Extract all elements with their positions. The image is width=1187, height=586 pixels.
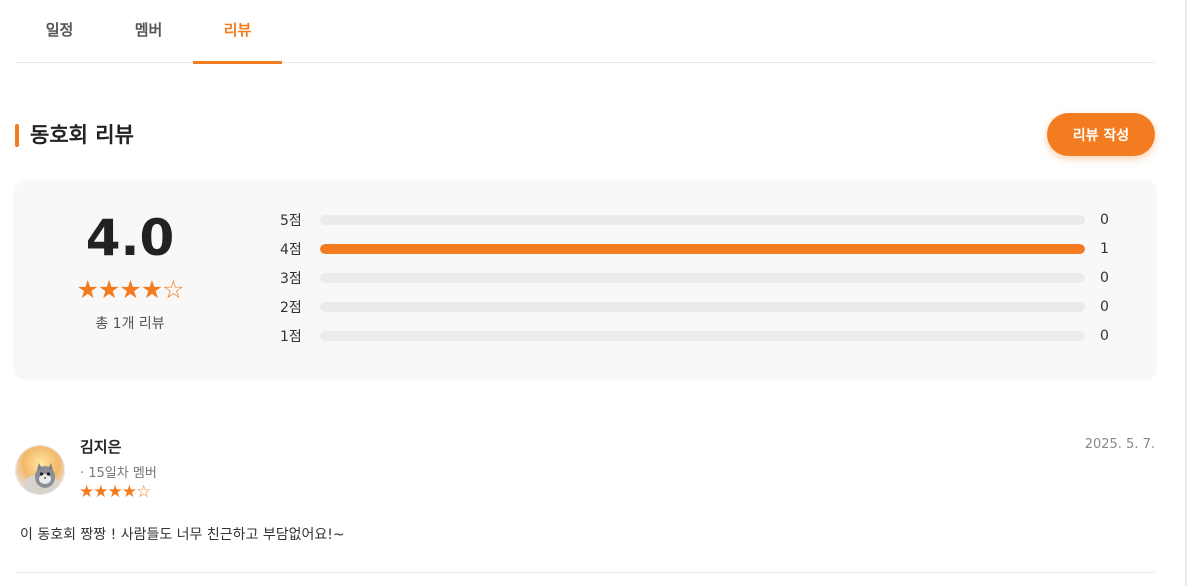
distribution-bar-fill [320, 243, 1085, 254]
distribution-bar [320, 272, 1085, 283]
distribution-label: 2점 [280, 299, 302, 316]
avatar[interactable] [15, 445, 65, 495]
rating-distribution: 5점 0 4점 1 3점 0 2점 0 1점 0 [280, 205, 1120, 350]
distribution-label: 1점 [280, 328, 302, 345]
distribution-label: 5점 [280, 212, 302, 229]
distribution-row: 1점 0 [280, 321, 1120, 350]
review-text: 이 동호회 짱짱 ! 사람들도 너무 친근하고 부담없어요!~ [20, 527, 345, 543]
tab-reviews[interactable]: 리뷰 [193, 0, 282, 64]
distribution-bar [320, 214, 1085, 225]
distribution-count: 0 [1100, 211, 1109, 228]
tab-bar: 일정 멤버 리뷰 [15, 0, 1155, 64]
rating-summary-card: 4.0 ★★★★☆ 총 1개 리뷰 5점 0 4점 1 3점 0 2점 0 1점… [15, 181, 1155, 377]
distribution-count: 0 [1100, 298, 1109, 315]
tab-members[interactable]: 멤버 [104, 0, 193, 63]
average-rating: 4.0 [85, 209, 175, 267]
write-review-button[interactable]: 리뷰 작성 [1047, 113, 1155, 156]
cat-avatar-icon [16, 446, 64, 494]
club-review-page: 일정 멤버 리뷰 동호회 리뷰 리뷰 작성 4.0 ★★★★☆ 총 1개 리뷰 … [0, 0, 1187, 586]
distribution-row: 4점 1 [280, 234, 1120, 263]
average-stars: ★★★★☆ [76, 275, 184, 304]
total-review-count: 총 1개 리뷰 [95, 316, 165, 332]
review-date: 2025. 5. 7. [1084, 437, 1155, 452]
distribution-row: 3점 0 [280, 263, 1120, 292]
distribution-bar [320, 301, 1085, 312]
distribution-row: 2점 0 [280, 292, 1120, 321]
distribution-count: 0 [1100, 327, 1109, 344]
section-title-accent [15, 124, 19, 147]
section-title: 동호회 리뷰 [30, 123, 134, 147]
tab-schedule[interactable]: 일정 [15, 0, 104, 63]
distribution-count: 1 [1100, 240, 1109, 257]
reviewer-name: 김지은 [80, 438, 122, 456]
review-divider [15, 572, 1155, 573]
distribution-bar [320, 330, 1085, 341]
distribution-label: 3점 [280, 270, 302, 287]
distribution-bar [320, 243, 1085, 254]
distribution-row: 5점 0 [280, 205, 1120, 234]
review-stars: ★★★★☆ [79, 482, 151, 502]
reviewer-membership: · 15일차 멤버 [80, 466, 157, 481]
distribution-count: 0 [1100, 269, 1109, 286]
distribution-label: 4점 [280, 241, 302, 258]
